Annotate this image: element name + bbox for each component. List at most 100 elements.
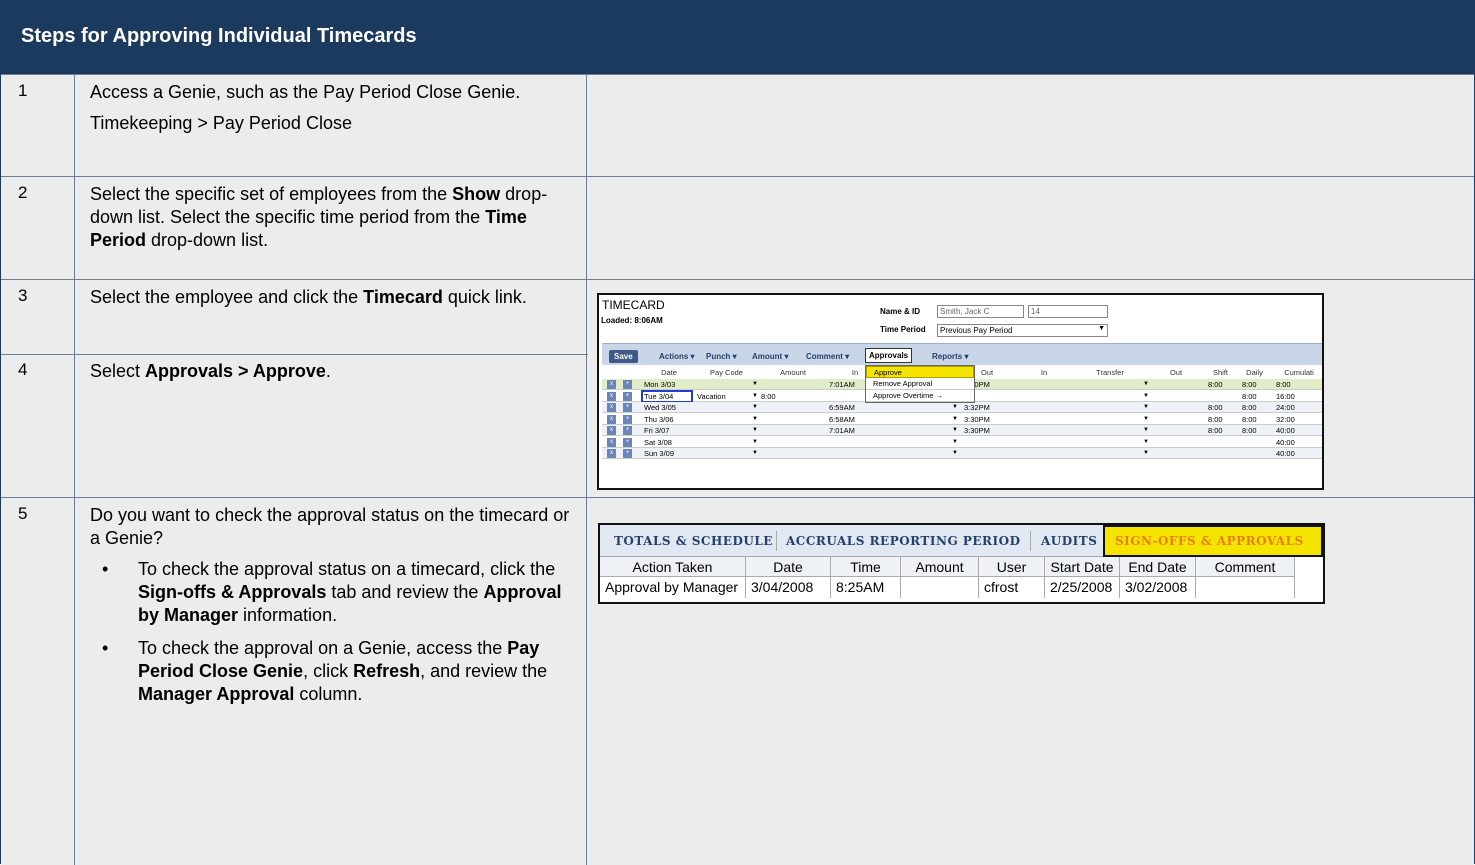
cell-shift[interactable]: 8:00	[1208, 425, 1237, 436]
add-row-icon[interactable]: +	[623, 414, 632, 424]
cell-paycode[interactable]	[697, 448, 757, 459]
cell-shift[interactable]	[1208, 437, 1237, 448]
delete-row-icon[interactable]: x	[607, 380, 616, 389]
cell-out[interactable]: 3:32PM	[964, 402, 1016, 413]
menu-punch[interactable]: Punch ▾	[706, 352, 737, 361]
add-row-icon[interactable]: +	[623, 403, 632, 412]
chevron-down-icon[interactable]: ▼	[752, 404, 758, 410]
time-period-select[interactable]: Previous Pay Period ▼	[937, 324, 1108, 337]
delete-row-icon[interactable]: x	[607, 437, 616, 447]
menu-item-remove-approval[interactable]: Remove Approval	[866, 378, 974, 390]
cell-date[interactable]: Fri 3/07	[644, 425, 694, 436]
cell-cum[interactable]: 8:00	[1276, 379, 1322, 390]
cell-date[interactable]: Mon 3/03	[644, 379, 694, 390]
cell-daily[interactable]	[1242, 437, 1271, 448]
column-header[interactable]: Start Date	[1045, 557, 1120, 577]
column-header[interactable]: Amount	[901, 557, 979, 577]
cell-in[interactable]	[829, 437, 882, 448]
cell-paycode[interactable]: Vacation	[697, 391, 757, 402]
column-header[interactable]: Date	[746, 557, 831, 577]
tab-totals-schedule[interactable]: TOTALS & SCHEDULE	[614, 534, 773, 548]
cell-cum[interactable]: 24:00	[1276, 402, 1322, 413]
cell-amount[interactable]	[761, 425, 827, 436]
column-header[interactable]: User	[979, 557, 1045, 577]
tab-accruals[interactable]: ACCRUALS REPORTING PERIOD	[786, 534, 1020, 548]
cell-shift[interactable]: 8:00	[1208, 379, 1237, 390]
cell-amount[interactable]	[761, 437, 827, 448]
cell-out[interactable]: 3:30PM	[964, 425, 1016, 436]
cell-date[interactable]: Wed 3/05	[644, 402, 694, 413]
timecard-row[interactable]: x + Fri 3/07 7:01AM 3:30PM 8:00 8:00 40:00 ▼ ▼ ▼	[602, 425, 1322, 436]
column-header[interactable]: Time	[831, 557, 901, 577]
cell-amount[interactable]	[761, 402, 827, 413]
chevron-down-icon[interactable]: ▼	[952, 450, 958, 456]
cell-amount[interactable]	[761, 448, 827, 459]
menu-item-approve[interactable]: Approve	[866, 366, 974, 378]
chevron-down-icon[interactable]: ▼	[1143, 381, 1149, 387]
timecard-row[interactable]: x + Sat 3/08 40:00 ▼ ▼ ▼	[602, 437, 1322, 448]
cell-cum[interactable]: 40:00	[1276, 437, 1322, 448]
chevron-down-icon[interactable]: ▼	[752, 450, 758, 456]
cell-amount[interactable]	[761, 414, 827, 425]
delete-row-icon[interactable]: x	[607, 414, 616, 424]
chevron-down-icon[interactable]: ▼	[952, 427, 958, 433]
cell-in[interactable]	[829, 448, 882, 459]
delete-row-icon[interactable]: x	[607, 403, 616, 412]
chevron-down-icon[interactable]: ▼	[752, 439, 758, 445]
cell-in[interactable]: 6:58AM	[829, 414, 882, 425]
cell-in[interactable]: 7:01AM	[829, 425, 882, 436]
cell-cum[interactable]: 32:00	[1276, 414, 1322, 425]
cell-shift[interactable]	[1208, 391, 1237, 402]
timecard-row[interactable]: x + Thu 3/06 6:58AM 3:30PM 8:00 8:00 32:00 ▼ ▼ ▼	[602, 414, 1322, 425]
chevron-down-icon[interactable]: ▼	[952, 404, 958, 410]
menu-amount[interactable]: Amount ▾	[752, 352, 788, 361]
cell-paycode[interactable]	[697, 425, 757, 436]
chevron-down-icon[interactable]: ▼	[1143, 393, 1149, 399]
chevron-down-icon[interactable]: ▼	[1143, 416, 1149, 422]
cell-paycode[interactable]	[697, 402, 757, 413]
cell-out[interactable]	[964, 437, 1016, 448]
add-row-icon[interactable]: +	[623, 437, 632, 447]
tab-signoffs-approvals[interactable]: SIGN-OFFS & APPROVALS	[1103, 525, 1323, 557]
cell-daily[interactable]	[1242, 448, 1271, 459]
cell-date[interactable]: Sun 3/09	[644, 448, 694, 459]
name-field[interactable]: Smith, Jack C	[937, 305, 1024, 318]
menu-actions[interactable]: Actions ▾	[659, 352, 695, 361]
menu-approvals[interactable]: Approvals	[865, 348, 913, 363]
chevron-down-icon[interactable]: ▼	[952, 439, 958, 445]
id-field[interactable]: 14	[1028, 305, 1108, 318]
chevron-down-icon[interactable]: ▼	[752, 381, 758, 387]
cell-paycode[interactable]	[697, 379, 757, 390]
column-header[interactable]: Action Taken	[600, 557, 746, 577]
chevron-down-icon[interactable]: ▼	[752, 427, 758, 433]
cell-date[interactable]: Tue 3/04	[644, 391, 694, 402]
cell-amount[interactable]: 8:00	[761, 391, 827, 402]
tab-audits[interactable]: AUDITS	[1041, 534, 1097, 548]
chevron-down-icon[interactable]: ▼	[1143, 427, 1149, 433]
cell-out[interactable]	[964, 448, 1016, 459]
add-row-icon[interactable]: +	[623, 449, 632, 458]
add-row-icon[interactable]: +	[623, 380, 632, 389]
add-row-icon[interactable]: +	[623, 391, 632, 401]
cell-out[interactable]: 3:30PM	[964, 414, 1016, 425]
cell-date[interactable]: Thu 3/06	[644, 414, 694, 425]
chevron-down-icon[interactable]: ▼	[1143, 450, 1149, 456]
cell-daily[interactable]: 8:00	[1242, 391, 1271, 402]
chevron-down-icon[interactable]: ▼	[752, 393, 758, 399]
chevron-down-icon[interactable]: ▼	[952, 416, 958, 422]
delete-row-icon[interactable]: x	[607, 449, 616, 458]
cell-paycode[interactable]	[697, 414, 757, 425]
cell-daily[interactable]: 8:00	[1242, 402, 1271, 413]
cell-shift[interactable]: 8:00	[1208, 402, 1237, 413]
menu-item-approve-overtime[interactable]: Approve Overtime →	[866, 390, 974, 402]
chevron-down-icon[interactable]: ▼	[1143, 439, 1149, 445]
chevron-down-icon[interactable]: ▼	[752, 416, 758, 422]
cell-cum[interactable]: 16:00	[1276, 391, 1322, 402]
column-header[interactable]: Comment	[1196, 557, 1295, 577]
cell-daily[interactable]: 8:00	[1242, 379, 1271, 390]
cell-shift[interactable]	[1208, 448, 1237, 459]
cell-in[interactable]: 6:59AM	[829, 402, 882, 413]
cell-paycode[interactable]	[697, 437, 757, 448]
cell-cum[interactable]: 40:00	[1276, 425, 1322, 436]
delete-row-icon[interactable]: x	[607, 391, 616, 401]
